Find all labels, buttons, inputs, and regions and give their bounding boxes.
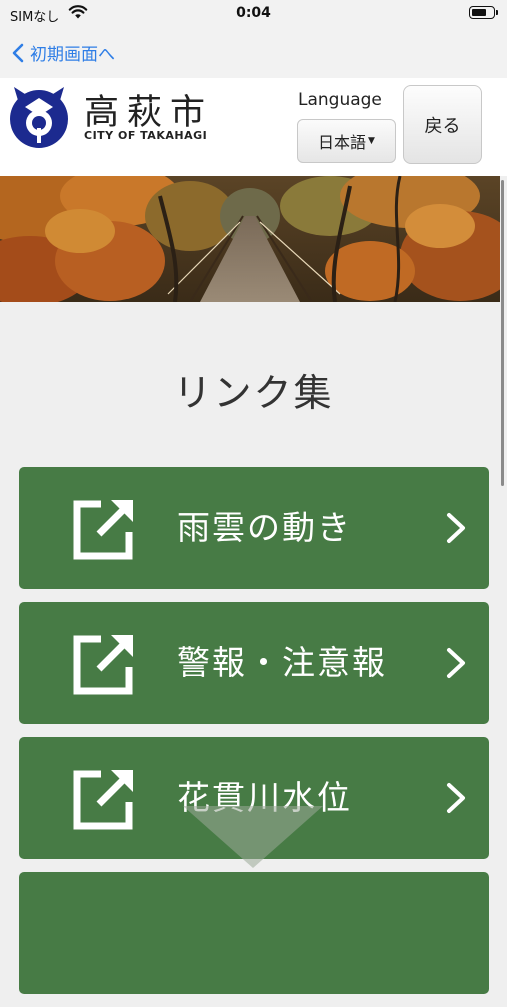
back-button-label: 戻る [424, 115, 461, 137]
scroll-down-arrow-icon[interactable] [183, 806, 323, 868]
back-to-home-button[interactable]: 初期画面へ [12, 40, 115, 65]
clock: 0:04 [236, 5, 271, 21]
city-name-en: CITY OF TAKAHAGI [84, 129, 208, 142]
external-link-icon [73, 770, 133, 830]
language-select[interactable]: 日本語 ▼ [297, 119, 396, 163]
status-bar: SIMなし 0:04 [0, 0, 507, 28]
back-to-home-label: 初期画面へ [30, 45, 115, 65]
link-next-partial[interactable] [19, 872, 489, 994]
city-seal-logo [10, 87, 68, 148]
language-selected-value: 日本語 [318, 133, 367, 152]
link-label: 警報・注意報 [177, 643, 387, 682]
navigation-bar: 初期画面へ [0, 28, 507, 78]
link-rain-clouds[interactable]: 雨雲の動き [19, 467, 489, 589]
language-label: Language [298, 90, 382, 110]
back-button[interactable]: 戻る [403, 85, 482, 164]
chevron-left-icon [12, 43, 24, 62]
external-link-icon [73, 500, 133, 560]
link-label: 雨雲の動き [177, 508, 352, 547]
external-link-icon [73, 635, 133, 695]
site-header: 高萩市 CITY OF TAKAHAGI Language 日本語 ▼ 戻る [0, 78, 507, 176]
city-name-jp: 高萩市 [84, 93, 214, 133]
scrollbar[interactable] [501, 180, 504, 486]
chevron-right-icon [447, 513, 465, 543]
dropdown-caret-icon: ▼ [368, 136, 375, 146]
link-list: 雨雲の動き 警報・注意報 花貫川水位 [19, 467, 489, 1007]
link-warnings[interactable]: 警報・注意報 [19, 602, 489, 724]
page-title: リンク集 [173, 371, 334, 415]
battery-icon [469, 6, 498, 19]
chevron-right-icon [447, 648, 465, 678]
banner-image [0, 176, 500, 302]
chevron-right-icon [447, 783, 465, 813]
